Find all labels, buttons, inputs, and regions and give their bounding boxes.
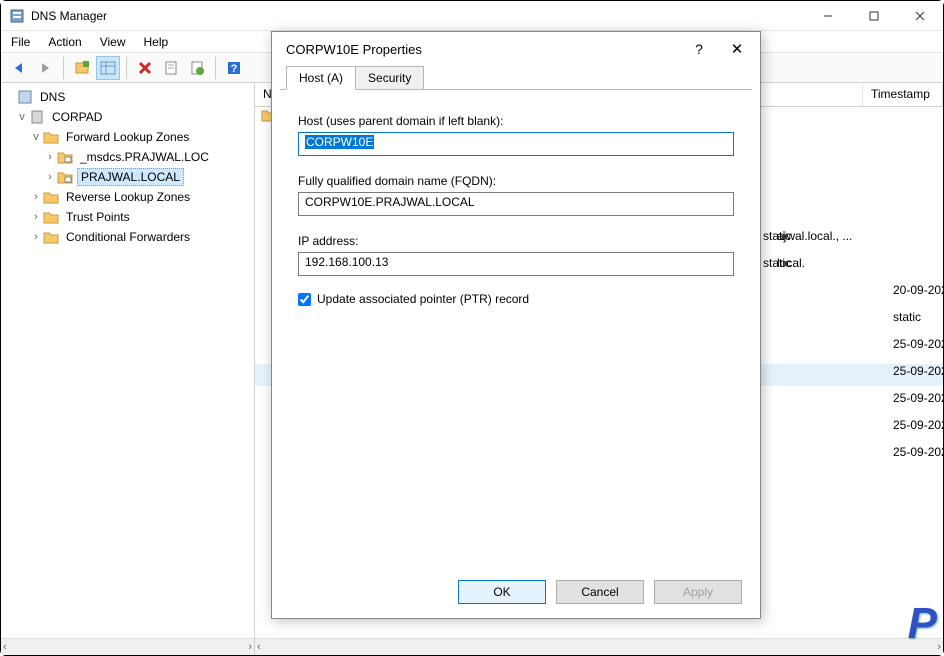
- tree-conditional-forwarders[interactable]: › Conditional Forwarders: [3, 227, 252, 247]
- list-cell: 25-09-202: [893, 418, 944, 445]
- view-button[interactable]: [96, 56, 120, 80]
- list-timestamp-column: 20-09-202 static 25-09-202 25-09-202 25-…: [893, 283, 944, 472]
- window-title: DNS Manager: [31, 9, 805, 23]
- ip-label: IP address:: [298, 234, 734, 248]
- menu-view[interactable]: View: [100, 35, 126, 49]
- menu-help[interactable]: Help: [144, 35, 169, 49]
- list-cell: static: [763, 256, 883, 283]
- dns-app-icon: [9, 8, 25, 24]
- server-icon: [29, 109, 45, 125]
- tab-strip: Host (A) Security: [272, 66, 760, 90]
- ok-button[interactable]: OK: [458, 580, 546, 604]
- ip-input[interactable]: 192.168.100.13: [298, 252, 734, 276]
- dns-icon: [17, 89, 33, 105]
- list-cell: 25-09-202: [893, 337, 944, 364]
- properties-button[interactable]: [159, 56, 183, 80]
- new-button[interactable]: [70, 56, 94, 80]
- tab-security[interactable]: Security: [355, 66, 424, 90]
- cancel-button[interactable]: Cancel: [556, 580, 644, 604]
- list-cell: 25-09-202: [893, 445, 944, 472]
- menu-file[interactable]: File: [11, 35, 30, 49]
- apply-button[interactable]: Apply: [654, 580, 742, 604]
- tree-msdcs-zone[interactable]: › _msdcs.PRAJWAL.LOC: [3, 147, 252, 167]
- refresh-button[interactable]: [185, 56, 209, 80]
- list-cell: 25-09-202: [893, 391, 944, 418]
- list-type-column: static static: [763, 229, 883, 283]
- folder-icon: [43, 229, 59, 245]
- forward-button[interactable]: [33, 56, 57, 80]
- list-cell: static: [893, 310, 944, 337]
- svg-text:?: ?: [231, 63, 238, 75]
- tree-scrollbar[interactable]: ‹›: [1, 638, 254, 655]
- properties-dialog: CORPW10E Properties ? ✕ Host (A) Securit…: [271, 31, 761, 619]
- titlebar: DNS Manager: [1, 1, 943, 31]
- dialog-close-button[interactable]: ✕: [728, 40, 746, 58]
- fqdn-input[interactable]: CORPW10E.PRAJWAL.LOCAL: [298, 192, 734, 216]
- tab-host[interactable]: Host (A): [286, 66, 356, 90]
- zone-icon: [57, 149, 73, 165]
- tree-server[interactable]: v CORPAD: [3, 107, 252, 127]
- list-scrollbar[interactable]: ‹›: [255, 638, 943, 655]
- zone-icon: [57, 169, 73, 185]
- folder-icon: [43, 189, 59, 205]
- menu-action[interactable]: Action: [48, 35, 81, 49]
- list-cell: static: [763, 229, 883, 256]
- maximize-button[interactable]: [851, 1, 897, 31]
- tree-pane: DNS v CORPAD v Forward Lookup Zones › _m…: [1, 83, 255, 655]
- dialog-title: CORPW10E Properties: [286, 42, 690, 57]
- tree-prajwal-zone[interactable]: › PRAJWAL.LOCAL: [3, 167, 252, 187]
- minimize-button[interactable]: [805, 1, 851, 31]
- host-label: Host (uses parent domain if left blank):: [298, 114, 734, 128]
- dialog-help-button[interactable]: ?: [690, 41, 708, 57]
- list-cell: 20-09-202: [893, 283, 944, 310]
- tree-trust-points[interactable]: › Trust Points: [3, 207, 252, 227]
- close-button[interactable]: [897, 1, 943, 31]
- tree-root-dns[interactable]: DNS: [3, 87, 252, 107]
- host-input[interactable]: CORPW10E: [298, 132, 734, 156]
- folder-icon: [43, 129, 59, 145]
- ptr-label: Update associated pointer (PTR) record: [317, 292, 529, 306]
- ptr-checkbox[interactable]: [298, 293, 311, 306]
- help-button[interactable]: ?: [222, 56, 246, 80]
- list-cell: 25-09-202: [893, 364, 944, 391]
- col-timestamp[interactable]: Timestamp: [863, 83, 943, 106]
- fqdn-label: Fully qualified domain name (FQDN):: [298, 174, 734, 188]
- back-button[interactable]: [7, 56, 31, 80]
- delete-button[interactable]: [133, 56, 157, 80]
- folder-icon: [43, 209, 59, 225]
- tree-reverse-zones[interactable]: › Reverse Lookup Zones: [3, 187, 252, 207]
- tree-forward-zones[interactable]: v Forward Lookup Zones: [3, 127, 252, 147]
